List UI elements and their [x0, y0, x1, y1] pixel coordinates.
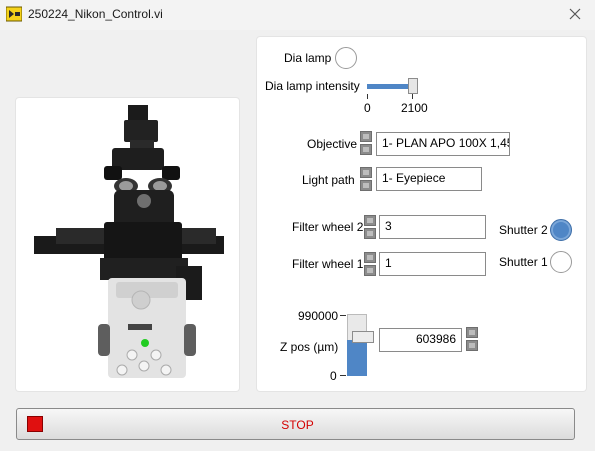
intensity-tick-min — [367, 94, 368, 99]
z-pos-slider-fill — [347, 340, 367, 376]
dia-lamp-label: Dia lamp — [284, 51, 332, 65]
microscope-image-panel — [16, 98, 239, 391]
z-pos-min-label: 0 — [330, 369, 337, 383]
intensity-tick-max — [412, 94, 413, 99]
filter-wheel-2-decrement[interactable] — [364, 228, 376, 239]
objective-stepper[interactable] — [360, 131, 372, 155]
light-path-label: Light path — [302, 173, 355, 187]
shutter-1-label: Shutter 1 — [499, 255, 548, 269]
stop-button-label: STOP — [281, 418, 314, 432]
filter-wheel-1-decrement[interactable] — [364, 265, 376, 276]
filter-wheel-1-field[interactable]: 1 — [379, 252, 486, 276]
microscope-image — [34, 105, 224, 378]
dia-lamp-toggle[interactable] — [335, 47, 357, 69]
shutter-2-label: Shutter 2 — [499, 223, 548, 237]
z-pos-tick-max — [340, 315, 346, 316]
dia-lamp-intensity-slider[interactable] — [408, 78, 418, 94]
light-path-decrement[interactable] — [360, 180, 372, 191]
intensity-max-label: 2100 — [401, 101, 428, 115]
title-bar: 250224_Nikon_Control.vi — [0, 0, 595, 30]
z-pos-tick-min — [340, 375, 346, 376]
z-pos-decrement[interactable] — [466, 340, 478, 351]
light-path-increment[interactable] — [360, 167, 372, 178]
z-pos-field[interactable]: 603986 — [379, 328, 462, 352]
filter-wheel-2-increment[interactable] — [364, 215, 376, 226]
window-title: 250224_Nikon_Control.vi — [28, 7, 163, 21]
filter-wheel-1-label: Filter wheel 1 — [292, 257, 364, 271]
light-path-stepper[interactable] — [360, 167, 372, 191]
z-pos-max-label: 990000 — [298, 309, 339, 323]
filter-wheel-2-field[interactable]: 3 — [379, 215, 486, 239]
dia-lamp-intensity-label: Dia lamp intensity — [265, 79, 360, 93]
z-pos-increment[interactable] — [466, 327, 478, 338]
filter-wheel-2-stepper[interactable] — [364, 215, 376, 239]
filter-wheel-1-stepper[interactable] — [364, 252, 376, 276]
objective-field[interactable]: 1- PLAN APO 100X 1,45 — [376, 132, 510, 156]
objective-label: Objective — [307, 137, 358, 151]
close-icon[interactable] — [563, 3, 587, 25]
shutter-1-toggle[interactable] — [550, 251, 572, 273]
intensity-min-label: 0 — [364, 101, 371, 115]
objective-decrement[interactable] — [360, 144, 372, 155]
z-pos-label: Z pos (µm) — [280, 340, 339, 354]
z-pos-slider[interactable] — [352, 331, 374, 343]
light-path-field[interactable]: 1- Eyepiece — [376, 167, 482, 191]
labview-vi-icon — [6, 6, 22, 22]
filter-wheel-1-increment[interactable] — [364, 252, 376, 263]
filter-wheel-2-label: Filter wheel 2 — [292, 220, 364, 234]
dia-lamp-intensity-fill — [367, 84, 411, 89]
shutter-2-toggle[interactable] — [550, 219, 572, 241]
z-pos-stepper[interactable] — [466, 327, 478, 351]
objective-increment[interactable] — [360, 131, 372, 142]
